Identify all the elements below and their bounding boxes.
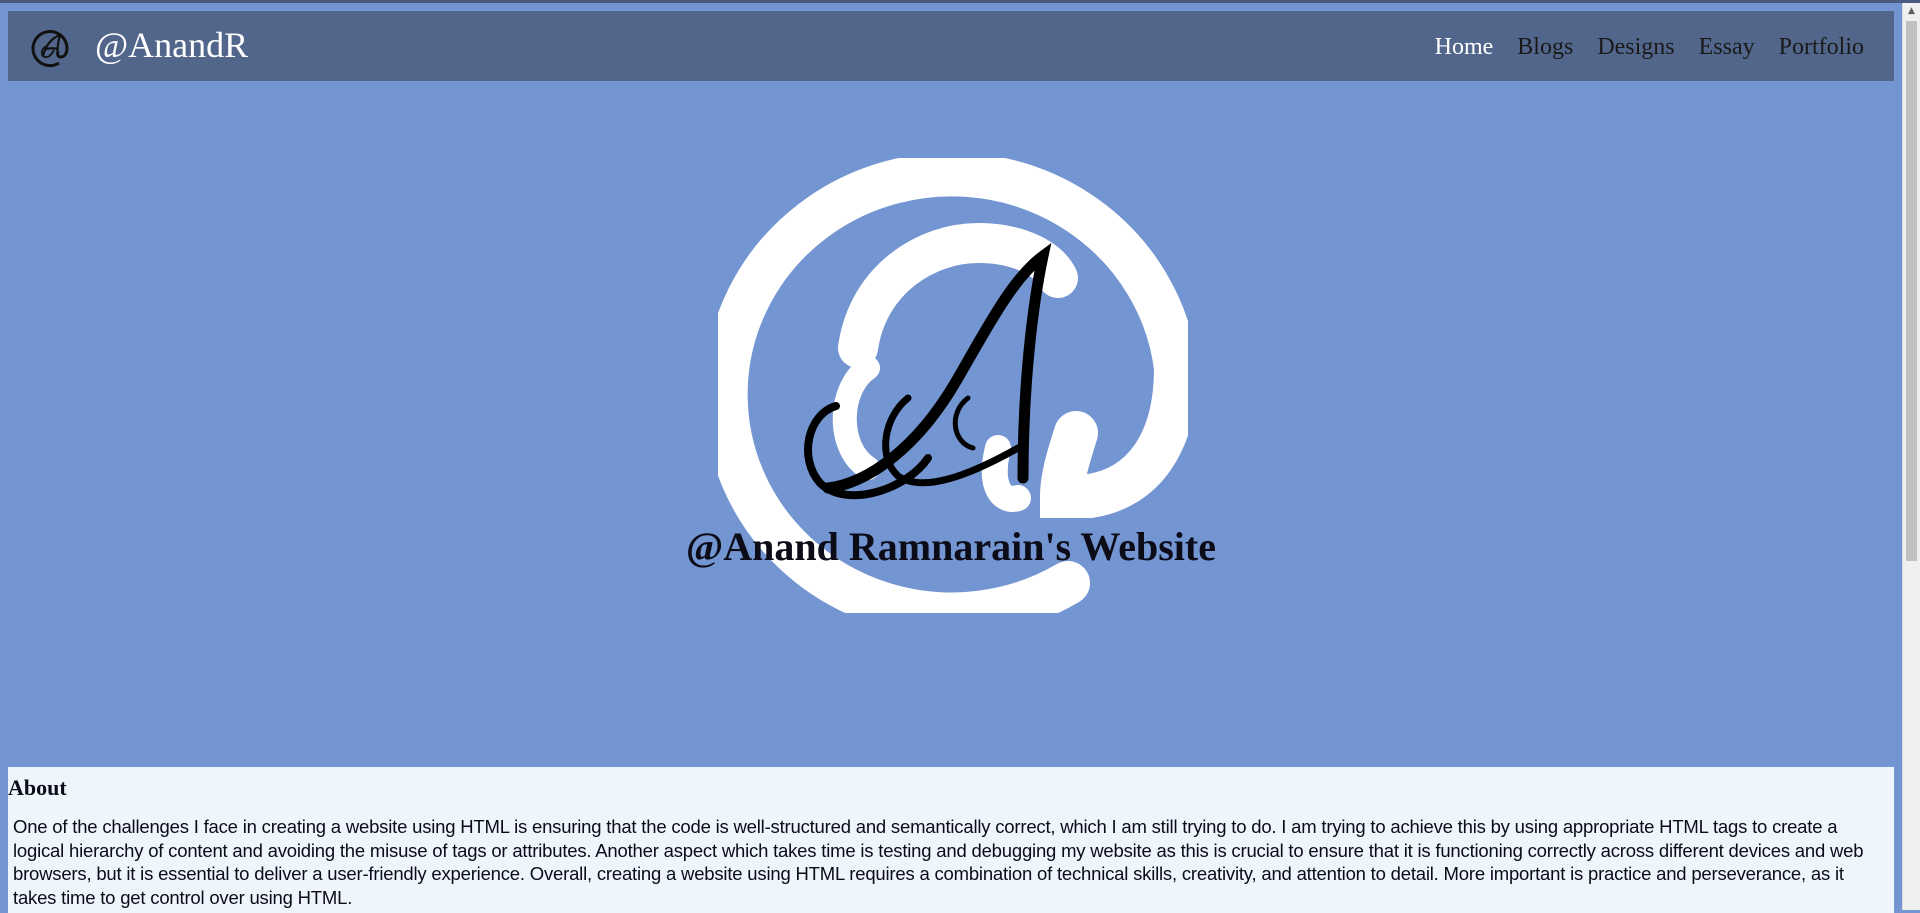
nav-designs[interactable]: Designs [1597, 31, 1674, 63]
page: @AnandR Home Blogs Designs Essay Portfol… [0, 3, 1902, 913]
at-a-monogram-icon[interactable] [30, 26, 74, 70]
about-section: About One of the challenges I face in cr… [8, 767, 1894, 913]
scroll-up-arrow-icon[interactable]: ▲ [1903, 3, 1920, 20]
nav-blogs[interactable]: Blogs [1517, 31, 1573, 63]
brand-name[interactable]: @AnandR [95, 23, 248, 67]
nav-essay[interactable]: Essay [1699, 31, 1755, 63]
about-heading: About [8, 775, 67, 800]
nav-home[interactable]: Home [1435, 31, 1494, 63]
scrollbar-thumb[interactable] [1906, 21, 1917, 561]
vertical-scrollbar[interactable]: ▲ [1902, 3, 1920, 910]
about-paragraph: One of the challenges I face in creating… [13, 816, 1864, 908]
page-title: @Anand Ramnarain's Website [686, 524, 1216, 569]
nav-portfolio[interactable]: Portfolio [1779, 31, 1864, 63]
nav-links: Home Blogs Designs Essay Portfolio [1435, 31, 1864, 63]
navbar: @AnandR Home Blogs Designs Essay Portfol… [8, 11, 1894, 81]
